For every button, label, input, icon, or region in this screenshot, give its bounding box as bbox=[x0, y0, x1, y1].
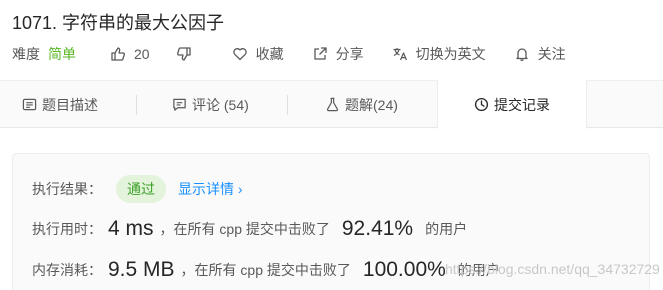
memory-row: 内存消耗： 9.5 MB ，在所有 cpp 提交中击败了 100.00% 的用户 bbox=[32, 255, 500, 285]
memory-percentile: 100.00% bbox=[362, 258, 446, 281]
share-label: 分享 bbox=[335, 46, 364, 62]
switch-language-button[interactable]: 切换为英文 bbox=[392, 44, 486, 64]
watermark-text: https://blog.csdn.net/qq_34732729 bbox=[445, 261, 660, 277]
tab-description-label: 题目描述 bbox=[42, 96, 98, 113]
problem-meta-bar: 难度 简单 20 收藏 分享 切换为英文 关注 bbox=[12, 44, 594, 64]
translate-icon bbox=[393, 48, 407, 61]
runtime-row: 执行用时： 4 ms ，在所有 cpp 提交中击败了 92.41% 的用户 bbox=[32, 214, 467, 244]
tab-divider bbox=[136, 95, 137, 115]
follow-button[interactable]: 关注 bbox=[514, 44, 566, 64]
runtime-label: 执行用时： bbox=[32, 221, 102, 237]
switch-language-label: 切换为英文 bbox=[415, 46, 486, 62]
tab-divider bbox=[287, 95, 288, 115]
clock-icon bbox=[474, 97, 489, 112]
runtime-value: 4 ms bbox=[108, 217, 154, 240]
result-status-row: 执行结果： 通过 显示详情 › bbox=[32, 174, 243, 204]
bell-icon bbox=[515, 48, 528, 62]
tab-description[interactable]: 题目描述 bbox=[22, 81, 98, 128]
thumbs-up-icon bbox=[111, 47, 125, 61]
tab-solutions-label: 题解(24) bbox=[345, 96, 398, 113]
memory-text: ，在所有 cpp 提交中击败了 bbox=[180, 262, 351, 278]
memory-value: 9.5 MB bbox=[108, 258, 175, 281]
runtime-suffix: 的用户 bbox=[425, 221, 468, 237]
problem-title: 1071. 字符串的最大公因子 bbox=[12, 13, 225, 33]
tab-comments[interactable]: 评论 (54) bbox=[172, 81, 249, 128]
description-icon bbox=[22, 98, 37, 111]
comment-icon bbox=[173, 98, 186, 111]
tab-submissions[interactable]: 提交记录 bbox=[437, 80, 587, 129]
runtime-percentile: 92.41% bbox=[341, 217, 414, 240]
share-icon bbox=[313, 47, 327, 60]
favorite-label: 收藏 bbox=[255, 46, 284, 62]
difficulty-label: 难度 bbox=[12, 46, 40, 62]
memory-label: 内存消耗： bbox=[32, 262, 102, 278]
favorite-button[interactable]: 收藏 bbox=[232, 44, 284, 64]
share-button[interactable]: 分享 bbox=[312, 44, 364, 64]
thumbs-down-icon bbox=[176, 47, 191, 61]
show-details-link[interactable]: 显示详情 › bbox=[178, 179, 243, 199]
dislike-button[interactable] bbox=[176, 46, 192, 62]
difficulty-value: 简单 bbox=[48, 46, 76, 62]
tab-bar: 题目描述 评论 (54) 题解(24) 提交记录 bbox=[0, 80, 663, 129]
tab-solutions[interactable]: 题解(24) bbox=[325, 81, 398, 128]
tab-submissions-label: 提交记录 bbox=[494, 96, 550, 113]
follow-label: 关注 bbox=[537, 46, 566, 62]
like-button[interactable]: 20 bbox=[110, 46, 150, 62]
status-badge: 通过 bbox=[116, 175, 166, 203]
like-count: 20 bbox=[134, 46, 150, 62]
runtime-text: ，在所有 cpp 提交中击败了 bbox=[159, 221, 330, 237]
tab-comments-label: 评论 (54) bbox=[192, 96, 249, 113]
heart-icon bbox=[232, 48, 247, 61]
flask-icon bbox=[326, 97, 339, 112]
result-status-label: 执行结果： bbox=[32, 181, 102, 197]
